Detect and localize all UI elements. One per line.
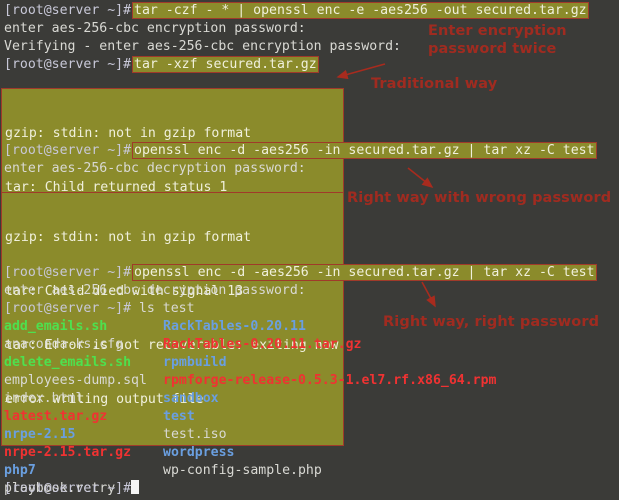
annotation-enter-password-twice-line1: Enter encryption [428,22,567,40]
highlighted-command-tar-xzf: tar -xzf secured.tar.gz [132,56,319,73]
highlighted-command-openssl-decrypt-1: openssl enc -d -aes256 -in secured.tar.g… [132,142,597,159]
ls-output-row: nrpe-2.15test.iso [4,426,227,444]
terminal-line-command-openssl-decrypt-2: [root@server ~]#openssl enc -d -aes256 -… [4,264,597,282]
ls-entry-left: nrpe-2.15 [4,426,163,444]
ls-entry-right: rpmbuild [163,354,227,372]
arrow-to-traditional-way [330,62,390,84]
ls-entry-right: wordpress [163,444,234,462]
ls-entry-left: anaconda-ks.cfg [4,336,163,354]
command-ls-test: ls test [131,301,195,316]
arrow-to-right-way-right-password [418,280,446,312]
ls-output-row: employees-dump.sqlrpmforge-release-0.5.3… [4,372,496,390]
ls-entry-left: php7 [4,462,163,480]
terminal-line-command-tar-czf: [root@server ~]#tar -czf - * | openssl e… [4,2,589,20]
ls-entry-right: RackTables-0.20.11.tar.gz [163,336,362,354]
terminal-line-command-tar-xzf: [root@server ~]#tar -xzf secured.tar.gz [4,56,319,74]
ls-entry-left: employees-dump.sql [4,372,163,390]
ls-entry-right: RackTables-0.20.11 [163,318,306,336]
highlighted-command-tar-czf: tar -czf - * | openssl enc -e -aes256 -o… [132,2,589,19]
ls-entry-left: delete_emails.sh [4,354,163,372]
ls-output-row: index.htmlsandbox [4,390,219,408]
terminal-line-enter-encryption-password: enter aes-256-cbc encryption password: [4,20,306,38]
ls-entry-right: test.iso [163,426,227,444]
shell-prompt: [root@server ~]# [4,301,131,316]
text-cursor [131,480,139,494]
ls-entry-left: add_emails.sh [4,318,163,336]
ls-output-row: delete_emails.shrpmbuild [4,354,227,372]
terminal-window[interactable]: [root@server ~]#tar -czf - * | openssl e… [0,0,619,500]
arrow-to-right-way-wrong-password [405,166,445,194]
shell-prompt: [root@server ~]# [4,57,131,72]
ls-output-row: anaconda-ks.cfgRackTables-0.20.11.tar.gz [4,336,362,354]
ls-entry-right: sandbox [163,390,219,408]
terminal-line-verifying-password: Verifying - enter aes-256-cbc encryption… [4,38,401,56]
ls-entry-right: test [163,408,195,426]
ls-entry-right: wp-config-sample.php [163,462,322,480]
terminal-line-enter-decryption-password-2: enter aes-256-cbc decryption password: [4,282,306,300]
annotation-right-way-wrong-password: Right way with wrong password [347,189,611,207]
shell-prompt: [root@server ~]# [4,143,131,158]
error-line: gzip: stdin: not in gzip format [5,229,341,247]
ls-output-row: nrpe-2.15.tar.gzwordpress [4,444,234,462]
shell-prompt: [root@server ~]# [4,3,131,18]
terminal-line-command-ls-test: [root@server ~]# ls test [4,300,195,318]
ls-entry-left: latest.tar.gz [4,408,163,426]
error-line: gzip: stdin: not in gzip format [5,125,341,143]
terminal-line-final-prompt: [root@server ~]# [4,480,139,498]
highlighted-command-openssl-decrypt-2: openssl enc -d -aes256 -in secured.tar.g… [132,264,597,281]
terminal-line-enter-decryption-password-1: enter aes-256-cbc decryption password: [4,160,306,178]
shell-prompt: [root@server ~]# [4,265,131,280]
ls-entry-left: index.html [4,390,163,408]
ls-output-row: php7wp-config-sample.php [4,462,322,480]
annotation-enter-password-twice-line2: password twice [428,40,557,58]
ls-entry-right: rpmforge-release-0.5.3-1.el7.rf.x86_64.r… [163,372,496,390]
ls-entry-left: nrpe-2.15.tar.gz [4,444,163,462]
annotation-right-way-right-password: Right way, right password [383,313,599,331]
ls-output-row: add_emails.shRackTables-0.20.11 [4,318,306,336]
ls-output-row: latest.tar.gztest [4,408,195,426]
shell-prompt: [root@server ~]# [4,481,131,496]
terminal-line-command-openssl-decrypt-1: [root@server ~]#openssl enc -d -aes256 -… [4,142,597,160]
